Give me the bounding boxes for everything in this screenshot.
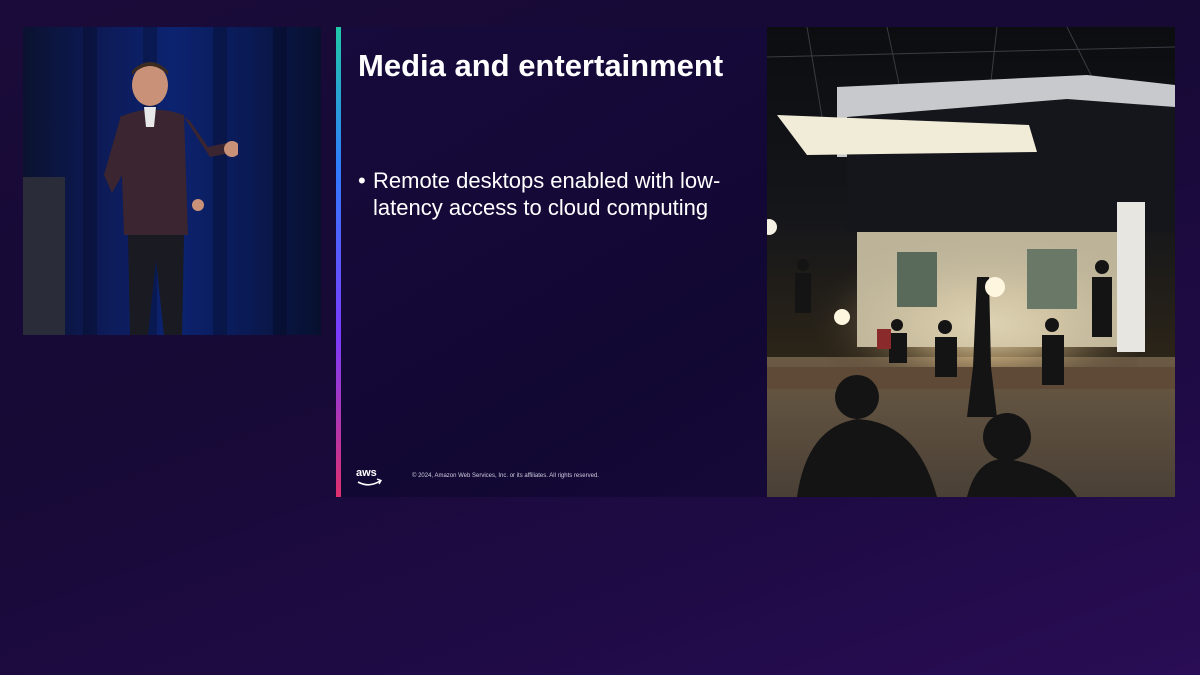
stage-podium	[23, 177, 65, 335]
aws-smile-icon	[357, 478, 383, 486]
curtain-fold	[83, 27, 97, 335]
curtain-fold	[273, 27, 287, 335]
aws-logo: aws	[356, 468, 384, 488]
slide-title: Media and entertainment	[358, 48, 724, 83]
accent-bar	[336, 27, 341, 497]
presentation-slide: Media and entertainment Remote desktops …	[336, 27, 1175, 497]
bullet-item: Remote desktops enabled with low-latency…	[358, 167, 738, 221]
presenter-figure	[104, 62, 238, 335]
film-set-scene	[767, 27, 1175, 497]
film-set-photo	[767, 27, 1175, 497]
speaker-video	[23, 27, 321, 335]
bullet-list: Remote desktops enabled with low-latency…	[358, 167, 738, 221]
copyright-notice: © 2024, Amazon Web Services, Inc. or its…	[412, 473, 599, 479]
